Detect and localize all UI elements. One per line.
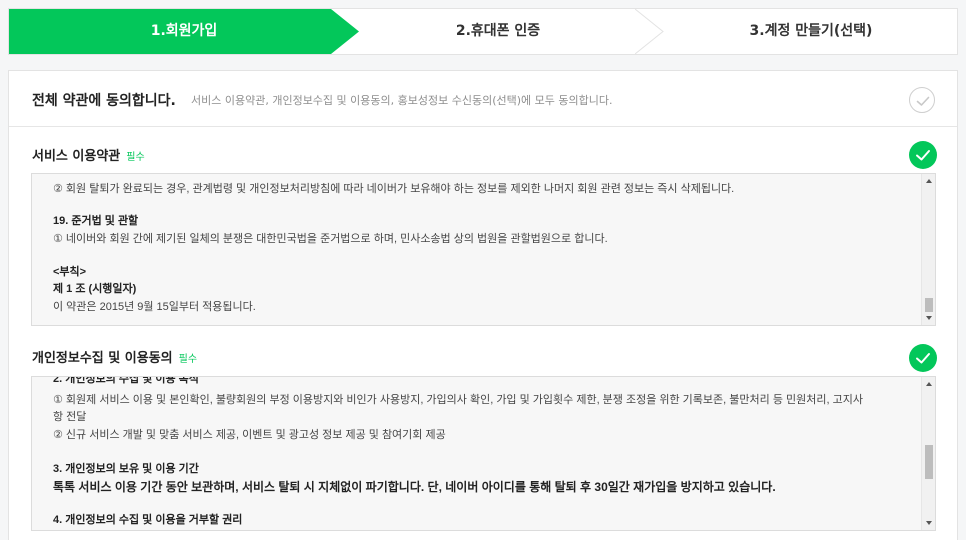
agree-all-title: 전체 약관에 동의합니다.	[32, 93, 176, 109]
scroll-up-arrow-icon[interactable]	[926, 179, 932, 183]
signup-steps: 1.회원가입 2.휴대폰 인증 3.계정 만들기(선택)	[8, 8, 958, 55]
service-terms-title: 서비스 이용약관 필수	[32, 145, 145, 164]
step-divider-chevron-icon	[635, 9, 664, 54]
terms-line: ① 네이버와 회원 간에 제기된 일체의 분쟁은 대한민국법을 준거법으로 하며…	[53, 233, 608, 245]
required-badge: 필수	[126, 152, 145, 163]
step-account-creation: 3.계정 만들기(선택)	[749, 23, 873, 39]
terms-line: 2. 개인정보의 수집 및 이용 목적	[53, 376, 199, 385]
check-circle-filled-icon[interactable]	[909, 141, 937, 169]
service-terms-label: 서비스 이용약관	[32, 149, 121, 164]
terms-line: 톡톡 서비스 이용 기간 동안 보관하며, 서비스 탈퇴 시 지체없이 파기합니…	[53, 480, 776, 494]
agree-all-row[interactable]: 전체 약관에 동의합니다. 서비스 이용약관, 개인정보수집 및 이용동의, 홍…	[9, 71, 957, 127]
terms-card: 전체 약관에 동의합니다. 서비스 이용약관, 개인정보수집 및 이용동의, 홍…	[8, 70, 958, 540]
service-terms-textbox[interactable]: ② 회원 탈퇴가 완료되는 경우, 관계법령 및 개인정보처리방침에 따라 네이…	[31, 173, 936, 326]
terms-line: 3. 개인정보의 보유 및 이용 기간	[53, 463, 199, 475]
terms-line: 제 1 조 (시행일자)	[53, 283, 137, 295]
scroll-down-arrow-icon[interactable]	[926, 521, 932, 525]
check-circle-filled-icon[interactable]	[909, 344, 937, 372]
terms-line: 19. 준거법 및 관할	[53, 215, 139, 227]
privacy-terms-label: 개인정보수집 및 이용동의	[32, 351, 173, 366]
terms-line: 항 전달	[53, 411, 87, 423]
terms-line: 4. 개인정보의 수집 및 이용을 거부할 권리	[53, 514, 243, 526]
terms-line: 이 약관은 2015년 9월 15일부터 적용됩니다.	[53, 301, 256, 313]
terms-line: ① 회원제 서비스 이용 및 본인확인, 불량회원의 부정 이용방지와 비인가 …	[53, 394, 863, 406]
agree-all-description: 서비스 이용약관, 개인정보수집 및 이용동의, 홍보성정보 수신동의(선택)에…	[191, 94, 613, 107]
privacy-terms-scrollbar[interactable]	[921, 377, 935, 530]
scroll-down-arrow-icon[interactable]	[926, 316, 932, 320]
scrollbar-thumb[interactable]	[925, 445, 933, 479]
terms-line: ② 회원 탈퇴가 완료되는 경우, 관계법령 및 개인정보처리방침에 따라 네이…	[53, 183, 735, 195]
scroll-up-arrow-icon[interactable]	[926, 382, 932, 386]
scrollbar-thumb[interactable]	[925, 298, 933, 312]
privacy-terms-title: 개인정보수집 및 이용동의 필수	[32, 347, 197, 366]
check-circle-outline-icon[interactable]	[909, 87, 935, 113]
step-signup-active: 1.회원가입	[9, 9, 359, 54]
terms-line: ② 신규 서비스 개발 및 맞춤 서비스 제공, 이벤트 및 광고성 정보 제공…	[53, 429, 446, 441]
required-badge: 필수	[178, 354, 198, 365]
service-terms-scrollbar[interactable]	[921, 174, 935, 325]
step-phone-verification: 2.휴대폰 인증	[455, 23, 541, 39]
privacy-terms-textbox[interactable]: 2. 개인정보의 수집 및 이용 목적 ① 회원제 서비스 이용 및 본인확인,…	[31, 376, 936, 531]
terms-line: <부칙>	[53, 266, 87, 278]
